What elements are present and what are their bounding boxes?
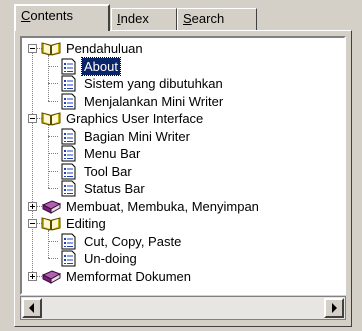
help-page-icon: [61, 93, 76, 109]
tab-search[interactable]: Search: [177, 8, 257, 30]
help-page-icon: [61, 145, 76, 162]
tree-connector: [48, 240, 58, 242]
tab-search-accelerator: S: [183, 11, 192, 26]
tree-item-label: Menu Bar: [84, 146, 141, 161]
closed-book-icon: [41, 199, 62, 214]
help-page-icon: [61, 58, 76, 74]
help-page-icon: [61, 250, 76, 267]
open-book-icon: [41, 42, 61, 56]
tab-search-label: earch: [191, 11, 225, 26]
tab-contents-label: ontents: [30, 8, 74, 23]
tree-item-label: Tool Bar: [84, 163, 132, 179]
tree-page-item[interactable]: Tool Bar: [22, 163, 344, 180]
open-book-icon: [41, 112, 61, 126]
tree-book-item[interactable]: Graphics User Interface: [22, 110, 344, 127]
help-page-icon: [61, 180, 76, 197]
tree-item-label: Graphics User Interface: [66, 111, 204, 126]
collapse-icon[interactable]: [28, 219, 37, 228]
tree-item-label: Pendahuluan: [66, 41, 143, 56]
scroll-left-button[interactable]: [22, 298, 42, 318]
open-book-icon: [41, 217, 61, 231]
tree-item-label: Membuat, Membuka, Menyimpan: [66, 198, 259, 214]
tab-contents-accelerator: C: [21, 8, 31, 23]
tree-page-item[interactable]: Bagian Mini Writer: [22, 128, 344, 145]
tree-page-item[interactable]: Un-doing: [22, 250, 344, 267]
closed-book-icon: [41, 269, 62, 284]
tree-page-item[interactable]: Status Bar: [22, 180, 344, 197]
tree-item-label: Editing: [66, 216, 106, 231]
help-page-icon: [61, 128, 76, 144]
tree-book-item[interactable]: Pendahuluan: [22, 40, 344, 57]
tree-item-label: Sistem yang dibutuhkan: [84, 76, 223, 91]
expand-icon[interactable]: [28, 271, 37, 281]
collapse-icon[interactable]: [28, 44, 37, 53]
tree-page-item[interactable]: About: [22, 56, 344, 76]
arrow-left-icon: [29, 303, 34, 313]
tree-connector: [48, 153, 58, 154]
help-page-icon: [61, 233, 76, 249]
tree-book-item[interactable]: Membuat, Membuka, Menyimpan: [22, 198, 344, 215]
tree-page-item[interactable]: Menu Bar: [22, 145, 344, 162]
tree-book-item[interactable]: Editing: [22, 215, 344, 232]
expand-icon[interactable]: [28, 201, 37, 211]
tab-index-label: ndex: [120, 11, 149, 26]
tree-item-label-selected: About: [81, 56, 121, 76]
tree-item-label: Memformat Dokumen: [66, 268, 191, 284]
scroll-right-button[interactable]: [324, 298, 344, 318]
tree-item-label: Bagian Mini Writer: [84, 128, 190, 144]
tree-page-item[interactable]: Cut, Copy, Paste: [22, 233, 344, 250]
contents-tree[interactable]: Pendahuluan About Sistem yang dibutuhkan Me…: [20, 36, 346, 295]
help-page-icon: [61, 75, 76, 92]
tree-connector: [48, 83, 58, 84]
tree-item-label: Cut, Copy, Paste: [84, 233, 182, 249]
help-page-icon: [61, 163, 76, 179]
tab-index[interactable]: Index: [111, 8, 177, 30]
tree-connector: [48, 135, 58, 137]
arrow-right-icon: [332, 303, 337, 313]
tree-item-label: Menjalankan Mini Writer: [84, 93, 224, 109]
tree-connector: [48, 188, 58, 189]
horizontal-scrollbar[interactable]: [20, 296, 346, 320]
tree-page-item[interactable]: Sistem yang dibutuhkan: [22, 75, 344, 92]
collapse-icon[interactable]: [28, 114, 37, 123]
tab-contents[interactable]: Contents: [14, 4, 110, 31]
tree-connector: [48, 100, 58, 102]
tree-connector: [48, 170, 58, 172]
tree-page-item[interactable]: Menjalankan Mini Writer: [22, 93, 344, 110]
tree-item-label: Un-doing: [84, 251, 137, 266]
tree-book-item[interactable]: Memformat Dokumen: [22, 268, 344, 285]
tree-connector: [48, 65, 58, 67]
tree-item-label: Status Bar: [84, 181, 145, 196]
tree-connector: [48, 258, 58, 259]
